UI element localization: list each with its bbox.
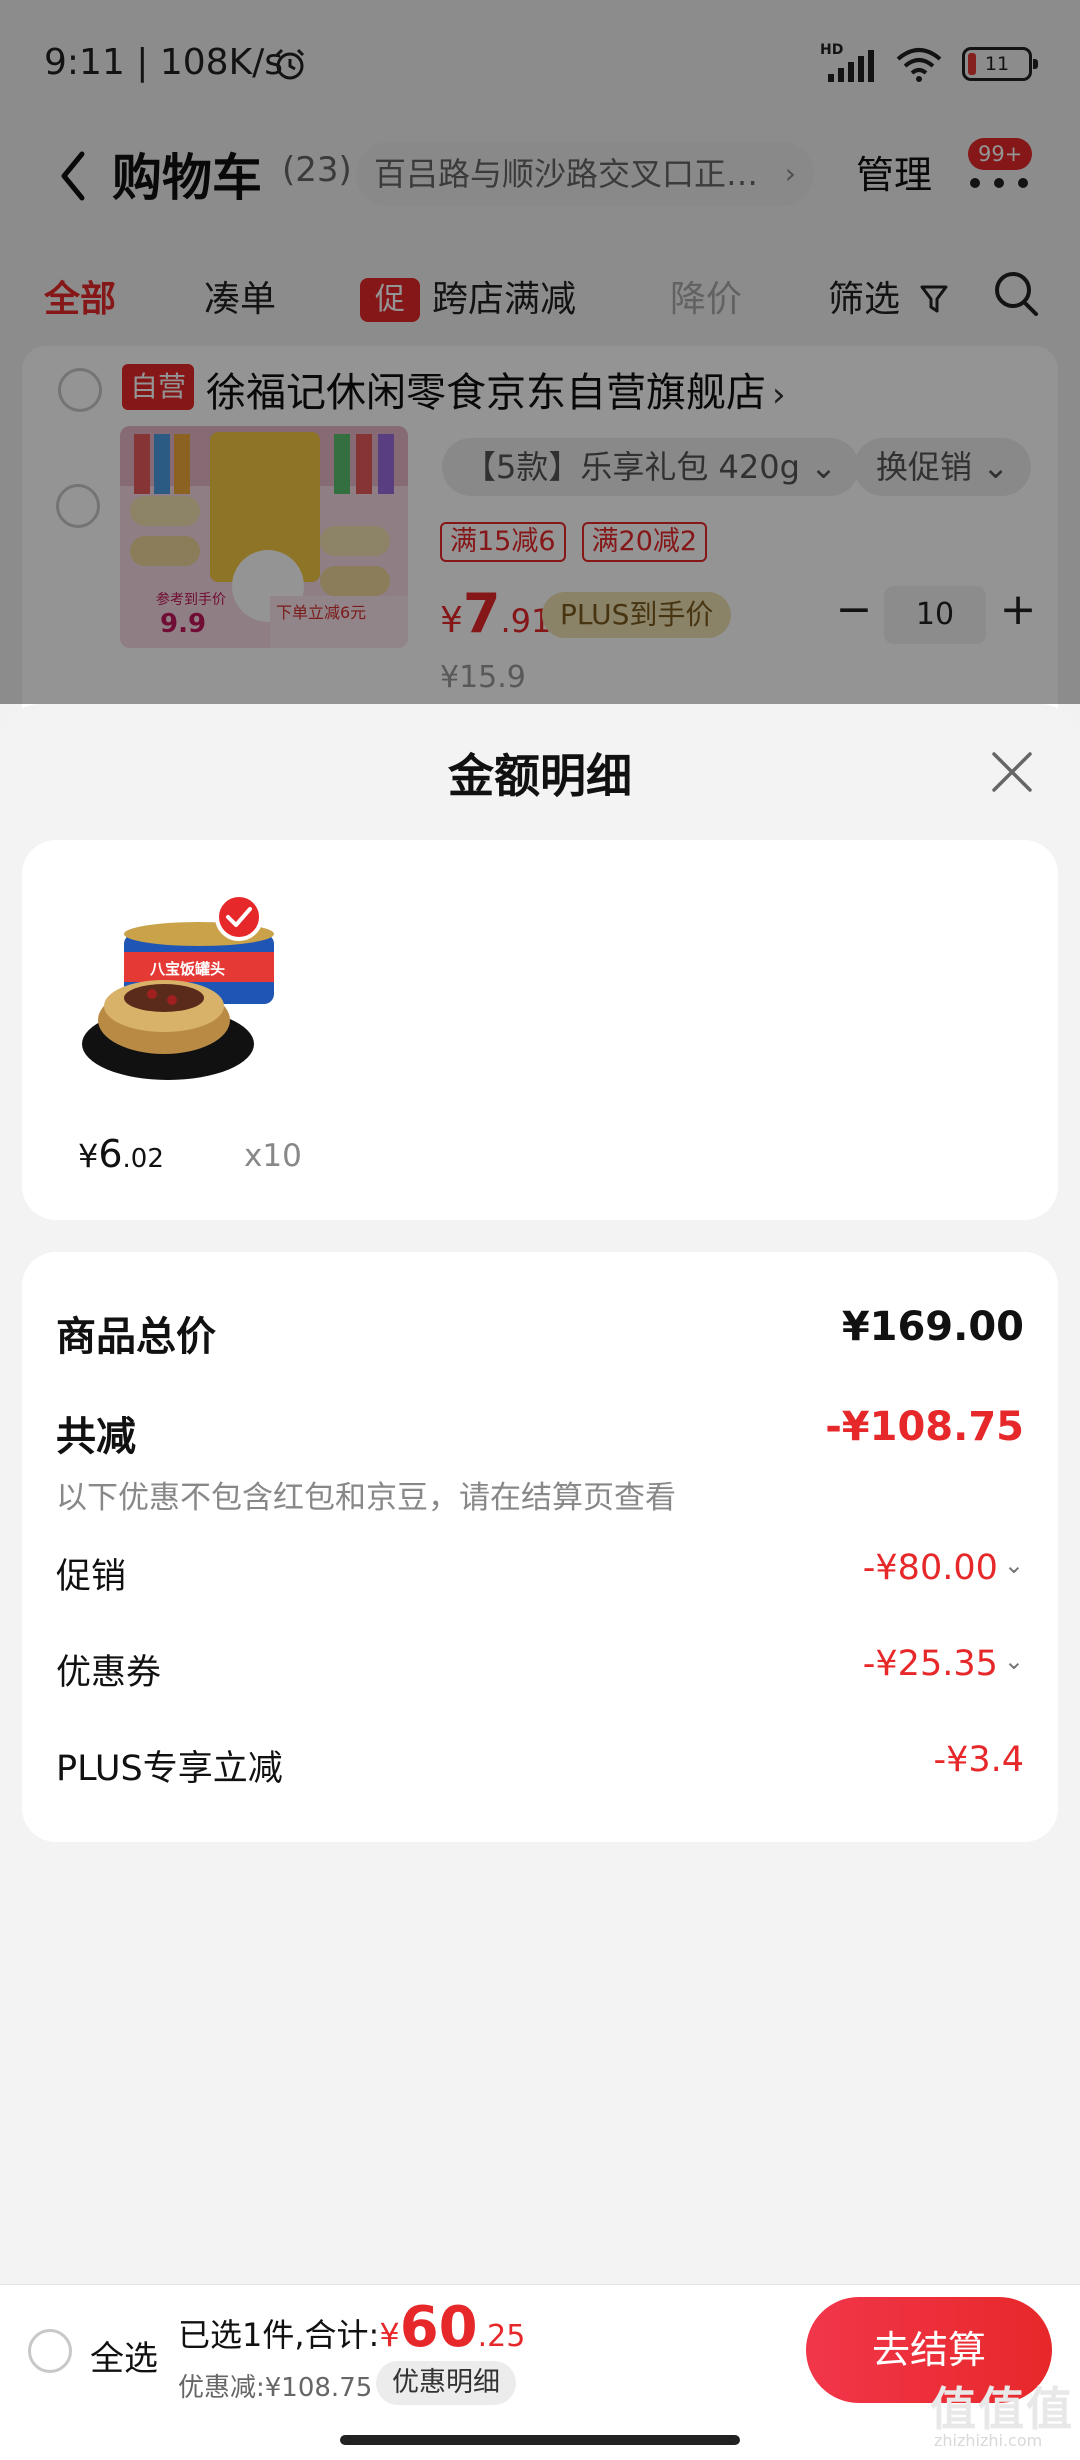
watermark: 值值值 [930,2382,1074,2436]
check-icon[interactable] [214,892,264,942]
total-integer: 60 [399,2295,478,2360]
total-reduction-label: 共减 [56,1414,136,1460]
promotion-value: -¥80.00 [862,1548,998,1588]
total-symbol: ¥ [379,2316,400,2354]
selected-item-price: ¥6.02 [78,1132,164,1176]
amount-detail-sheet: 金额明细 八宝饭罐头 ¥6.02 x10 商品总价 ¥169.00 共减 -¥1… [0,704,1080,2460]
price-symbol: ¥ [78,1137,99,1175]
reduction-note: 以下优惠不包含红包和京豆，请在结算页查看 [56,1480,676,1516]
plus-discount-value: -¥3.4 [933,1740,1024,1780]
dim-overlay[interactable] [0,0,1080,704]
can-label: 八宝饭罐头 [149,960,225,978]
coupon-row-toggle[interactable]: -¥25.35 ⌄ [863,1644,1024,1684]
chevron-down-icon: ⌄ [1003,1551,1024,1579]
selected-items-card: 八宝饭罐头 ¥6.02 x10 [22,840,1058,1220]
watermark-url: zhizhizhi.com [934,2431,1043,2450]
sheet-title: 金额明细 [448,749,632,803]
checkout-bar: 全选 已选1件,合计:¥60.25 优惠减:¥108.75 优惠明细 去结算 值… [0,2284,1080,2460]
plus-discount-label: PLUS专享立减 [56,1749,283,1789]
price-summary-card: 商品总价 ¥169.00 共减 -¥108.75 以下优惠不包含红包和京豆，请在… [22,1252,1058,1842]
coupon-label: 优惠券 [56,1653,162,1693]
price-integer: 6 [98,1132,123,1176]
chevron-down-icon: ⌄ [1003,1647,1024,1675]
promotion-label: 促销 [56,1557,127,1597]
promotion-row-toggle[interactable]: -¥80.00 ⌄ [863,1548,1024,1588]
home-indicator[interactable] [340,2435,740,2445]
select-all-label[interactable]: 全选 [90,2331,158,2380]
select-all-checkbox[interactable] [28,2329,72,2373]
selected-item-image[interactable]: 八宝饭罐头 [72,894,302,1094]
total-price-label: 商品总价 [56,1314,216,1360]
discount-detail-button[interactable]: 优惠明细 [376,2361,516,2405]
total-decimal: .25 [477,2319,526,2354]
total-summary: 已选1件,合计:¥60.25 [178,2295,525,2360]
coupon-value: -¥25.35 [862,1644,998,1684]
saved-amount: 优惠减:¥108.75 [178,2373,373,2403]
selected-count-text: 已选1件,合计: [178,2316,380,2354]
price-decimal: .02 [122,1144,164,1174]
total-reduction-value: -¥108.75 [825,1404,1024,1450]
total-price-value: ¥169.00 [841,1304,1024,1350]
close-icon[interactable] [986,746,1038,798]
selected-item-quantity: x10 [244,1138,302,1174]
